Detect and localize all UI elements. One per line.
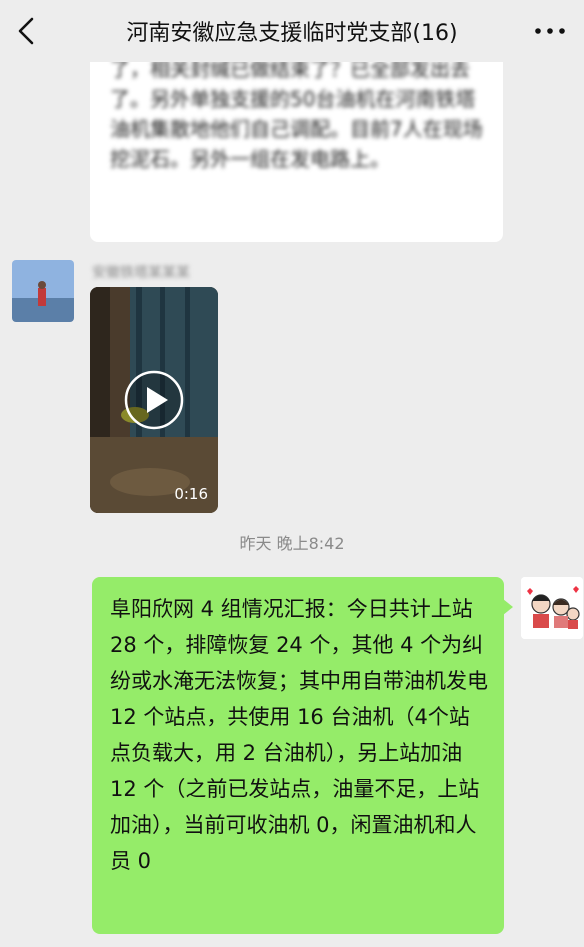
chat-area[interactable]: 了，相关封缄已做结束了？已全部发出去了。另外单独支援的50台油机在河南铁塔油机集… (0, 62, 584, 947)
chat-title: 河南安徽应急支援临时党支部(16) (126, 21, 458, 46)
message-text: 阜阳欣网 4 组情况汇报：今日共计上站 28 个，排障恢复 24 个，其他 4 … (110, 597, 488, 873)
play-icon (124, 370, 184, 430)
chevron-left-icon (18, 17, 34, 45)
more-dots-icon (535, 28, 565, 34)
message-bubble-received[interactable]: 了，相关封缄已做结束了？已全部发出去了。另外单独支援的50台油机在河南铁塔油机集… (90, 62, 503, 242)
timestamp: 昨天 晚上8:42 (239, 534, 345, 553)
message-bubble-sent[interactable]: 阜阳欣网 4 组情况汇报：今日共计上站 28 个，排障恢复 24 个，其他 4 … (92, 577, 513, 934)
sender-name: 安徽铁塔某某某 (92, 265, 190, 281)
avatar-image (521, 577, 583, 639)
avatar-self[interactable] (521, 577, 583, 639)
video-duration: 0:16 (174, 485, 208, 503)
chat-header: 河南安徽应急支援临时党支部(16) (0, 0, 584, 62)
more-button[interactable] (532, 18, 568, 44)
back-button[interactable] (8, 11, 48, 51)
avatar-image (12, 260, 74, 322)
message-text: 了，相关封缄已做结束了？已全部发出去了。另外单独支援的50台油机在河南铁塔油机集… (110, 62, 483, 171)
avatar[interactable] (12, 260, 74, 322)
video-message[interactable]: 0:16 (90, 287, 218, 513)
